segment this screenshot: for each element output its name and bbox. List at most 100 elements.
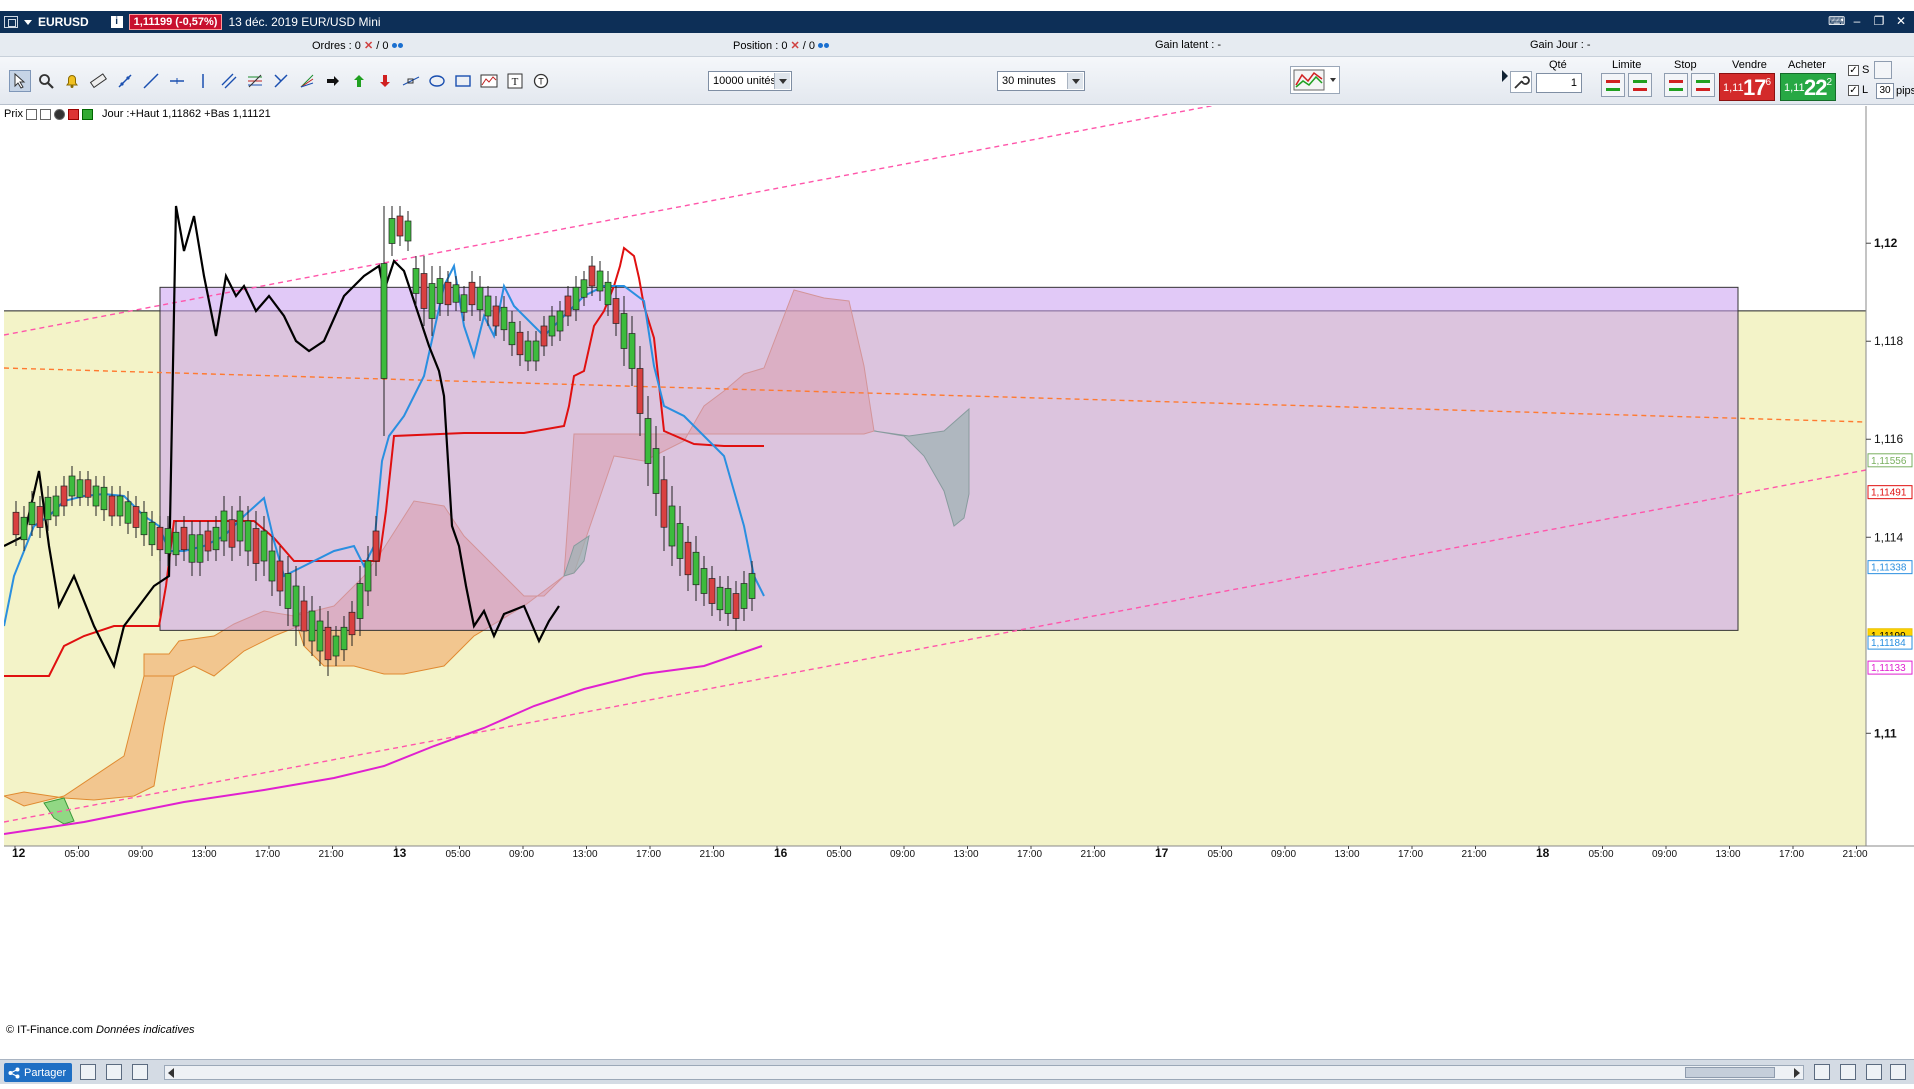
range-box[interactable]: [159, 286, 1739, 631]
stop-sell-button[interactable]: [1691, 73, 1715, 97]
stop-buy-button[interactable]: [1664, 73, 1688, 97]
limit-label: Limite: [1612, 59, 1642, 71]
price-chart[interactable]: 1,12 1,118 1,116 1,114 1,11 1,11556 1,11491 1,1…: [4, 106, 1914, 1033]
alert-bell-icon[interactable]: [61, 70, 83, 92]
orders-cancel-icon[interactable]: ✕: [364, 40, 373, 52]
chart-horizontal-scrollbar[interactable]: [164, 1065, 1804, 1080]
limit-sell-button[interactable]: [1628, 73, 1652, 97]
instrument-symbol[interactable]: EURUSD: [38, 15, 89, 29]
candle-body: [36, 506, 44, 528]
chevron-down-icon[interactable]: [774, 73, 790, 89]
position-info[interactable]: Position : 0 ✕ / 0: [733, 39, 830, 52]
position-close-icon[interactable]: ✕: [791, 40, 800, 52]
restore-button[interactable]: ❐: [1872, 14, 1886, 28]
symbol-menu-chevron-icon[interactable]: [24, 19, 32, 25]
position-people-icon[interactable]: [818, 42, 830, 51]
candle-body: [252, 528, 260, 564]
time-tick-label: 09:00: [509, 849, 534, 860]
title-bar: EURUSD i 1,11199 (-0,57%) 13 déc. 2019 E…: [0, 11, 1914, 33]
channel-icon[interactable]: [218, 70, 240, 92]
orders-people-icon[interactable]: [391, 42, 403, 51]
pointer-icon[interactable]: [9, 70, 31, 92]
price-legend-label[interactable]: Prix: [4, 108, 23, 120]
move-down-icon[interactable]: [81, 108, 93, 120]
wrench-icon[interactable]: [1510, 71, 1532, 93]
tooltip-icon[interactable]: T: [530, 70, 552, 92]
info-icon[interactable]: i: [110, 16, 123, 28]
position-label: Position :: [733, 40, 779, 52]
sell-price-fraction: 6: [1765, 77, 1771, 88]
chevron-down-icon[interactable]: [1067, 73, 1083, 89]
candle-body: [340, 626, 348, 651]
candle-body: [444, 281, 452, 306]
pips-input[interactable]: 30: [1876, 83, 1894, 99]
gain-jour-label: Gain Jour :: [1530, 39, 1584, 51]
window-small-icon[interactable]: [39, 108, 51, 120]
close-button[interactable]: ✕: [1894, 14, 1908, 28]
time-tick-label: 05:00: [1208, 849, 1233, 860]
price-tag-label: 1,11491: [1871, 488, 1907, 499]
sell-price-prefix: 1,11: [1723, 82, 1744, 94]
segment-icon[interactable]: [114, 70, 136, 92]
auto-scale-icon[interactable]: [1814, 1064, 1830, 1080]
compress-icon[interactable]: [1840, 1064, 1856, 1080]
zoom-out-icon[interactable]: [1866, 1064, 1882, 1080]
trading-app: EURUSD i 1,11199 (-0,57%) 13 déc. 2019 E…: [0, 0, 1914, 1089]
zoom-icon[interactable]: [35, 70, 57, 92]
price-tick-label: 1,12: [1874, 236, 1898, 250]
share-button[interactable]: Partager: [4, 1063, 72, 1082]
arrow-right-icon[interactable]: [322, 70, 344, 92]
gain-latent-value: -: [1217, 39, 1222, 51]
move-up-icon[interactable]: [67, 108, 79, 120]
time-tick-label: 13:00: [1335, 849, 1360, 860]
arrow-down-icon[interactable]: [374, 70, 396, 92]
units-select[interactable]: 10000 unités: [708, 71, 792, 91]
candle-body: [12, 511, 20, 536]
wrench-small-icon[interactable]: [25, 108, 37, 120]
timeframe-select[interactable]: 30 minutes: [997, 71, 1085, 91]
qty-input[interactable]: 1: [1536, 73, 1582, 93]
text-icon[interactable]: T: [504, 70, 526, 92]
indicators-button[interactable]: [1290, 66, 1340, 94]
candle-body: [636, 368, 644, 414]
chart-overlay-icon[interactable]: [478, 70, 500, 92]
scroll-thumb[interactable]: [1685, 1067, 1775, 1078]
settings-icon[interactable]: [1874, 61, 1892, 79]
arrow-up-icon[interactable]: [348, 70, 370, 92]
gain-latent-label: Gain latent :: [1155, 39, 1215, 51]
zoom-in-icon[interactable]: [1890, 1064, 1906, 1080]
ruler-icon[interactable]: [87, 70, 109, 92]
limit-buy-button[interactable]: [1601, 73, 1625, 97]
fibonacci-icon[interactable]: [244, 70, 266, 92]
scroll-right-icon[interactable]: [1794, 1068, 1800, 1078]
orders-info[interactable]: Ordres : 0 ✕ / 0: [312, 39, 403, 52]
rectangle-icon[interactable]: [452, 70, 474, 92]
candle-body: [620, 313, 628, 349]
candle-body: [388, 218, 396, 244]
window-icon[interactable]: [4, 16, 18, 28]
scroll-left-icon[interactable]: [168, 1068, 174, 1078]
cross-line-icon[interactable]: [270, 70, 292, 92]
price-tick-label: 1,118: [1874, 334, 1903, 348]
chart-settings-icon[interactable]: [132, 1064, 148, 1080]
vertical-line-icon[interactable]: [192, 70, 214, 92]
fan-icon[interactable]: [296, 70, 318, 92]
line-icon[interactable]: [140, 70, 162, 92]
s-checkbox[interactable]: ✓: [1848, 65, 1859, 76]
candle-body: [20, 516, 28, 541]
time-tick-label: 05:00: [1589, 849, 1614, 860]
copyright-text: © IT-Finance.com: [6, 1024, 93, 1036]
regression-icon[interactable]: [400, 70, 422, 92]
l-checkbox[interactable]: ✓: [1848, 85, 1859, 96]
s-label: S: [1862, 64, 1870, 76]
ellipse-icon[interactable]: [426, 70, 448, 92]
minimize-button[interactable]: –: [1850, 14, 1864, 28]
camera-icon[interactable]: [80, 1064, 96, 1080]
horizontal-line-icon[interactable]: [166, 70, 188, 92]
sell-button[interactable]: 1,11 17 6: [1719, 73, 1775, 101]
candle-body: [44, 496, 52, 521]
print-icon[interactable]: [106, 1064, 122, 1080]
close-circle-icon[interactable]: [53, 108, 65, 120]
buy-button[interactable]: 1,11 22 2: [1780, 73, 1836, 101]
keyboard-icon[interactable]: ⌨: [1828, 14, 1845, 28]
